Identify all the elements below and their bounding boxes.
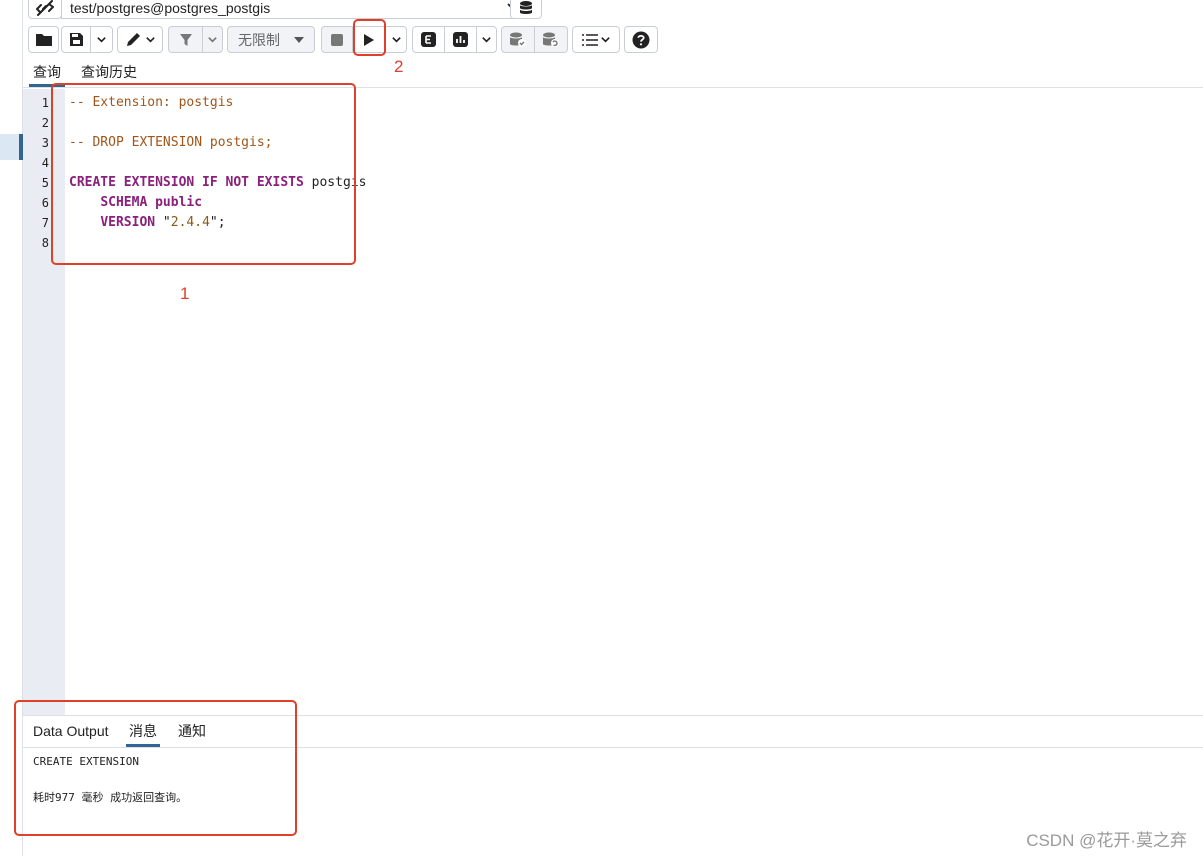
commit-button[interactable]	[501, 26, 535, 53]
line-number: 8	[41, 236, 49, 250]
new-connection-button[interactable]	[510, 0, 542, 19]
filter-icon	[179, 33, 192, 46]
macros-dropdown-button[interactable]	[572, 26, 620, 53]
connection-status-button[interactable]	[28, 0, 62, 19]
chevron-down-icon	[601, 37, 610, 43]
filter-button[interactable]	[168, 26, 203, 53]
chevron-down-icon	[145, 37, 155, 43]
explain-options-dropdown[interactable]	[476, 26, 497, 53]
annotation-box-output	[14, 700, 297, 836]
explain-button[interactable]	[412, 26, 445, 53]
row-limit-select[interactable]: 无限制	[227, 26, 315, 53]
chevron-down-icon	[482, 37, 491, 43]
connection-label: test/postgres@postgres_postgis	[70, 0, 271, 16]
cancel-query-button[interactable]	[321, 26, 353, 53]
help-icon	[632, 31, 650, 48]
line-number: 1	[41, 96, 49, 110]
pencil-icon	[126, 32, 140, 46]
chevron-down-icon	[97, 37, 106, 43]
list-icon	[582, 33, 598, 46]
chevron-down-icon	[208, 37, 217, 43]
folder-icon	[35, 33, 52, 46]
annotation-number: 2	[394, 57, 404, 76]
annotation-box-execute	[353, 19, 386, 56]
annotation-box-editor	[51, 83, 356, 265]
row-limit-value: 无限制	[238, 31, 280, 48]
connection-bar: test/postgres@postgres_postgis	[23, 0, 1203, 19]
line-number: 6	[41, 196, 49, 210]
save-options-dropdown[interactable]	[90, 26, 113, 53]
explain-analyze-button[interactable]	[444, 26, 477, 53]
annotation-number: 1	[180, 284, 190, 303]
stop-icon	[331, 33, 343, 46]
line-number: 2	[41, 116, 49, 130]
caret-down-icon	[294, 36, 304, 43]
rollback-button[interactable]	[534, 26, 568, 53]
filter-options-dropdown[interactable]	[202, 26, 223, 53]
chevron-down-icon	[391, 37, 401, 43]
commit-icon	[510, 32, 526, 47]
explain-icon	[421, 32, 436, 47]
line-number: 4	[41, 156, 49, 170]
watermark: CSDN @花开·莫之弃	[1026, 831, 1187, 850]
save-file-button[interactable]	[61, 26, 91, 53]
help-button[interactable]	[624, 26, 658, 53]
save-icon	[69, 33, 83, 46]
line-number: 3	[41, 136, 49, 150]
edit-dropdown-button[interactable]	[117, 26, 163, 53]
execute-options-dropdown[interactable]	[385, 26, 407, 53]
open-file-button[interactable]	[28, 26, 59, 53]
connection-select[interactable]: test/postgres@postgres_postgis	[61, 0, 527, 19]
query-toolbar: 无限制	[23, 26, 1203, 54]
selected-tree-item-highlight	[0, 134, 19, 160]
line-number: 7	[41, 216, 49, 230]
chart-icon	[453, 32, 468, 47]
link-icon	[36, 0, 54, 16]
rollback-icon	[543, 32, 559, 47]
database-icon	[520, 1, 532, 14]
line-number: 5	[41, 176, 49, 190]
